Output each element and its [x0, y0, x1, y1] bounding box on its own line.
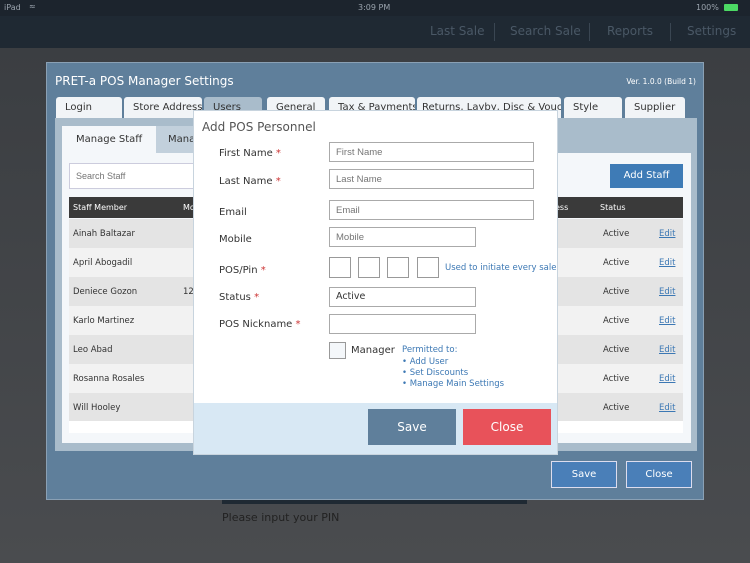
- email-label: Email: [219, 207, 247, 218]
- permitted-title: Permitted to:: [402, 345, 458, 355]
- staff-name: Ainah Baltazar: [73, 229, 135, 239]
- pin-label: POS/Pin *: [219, 265, 266, 276]
- status-select[interactable]: Active: [329, 287, 476, 307]
- staff-status: Active: [603, 229, 630, 239]
- permission-item: • Manage Main Settings: [402, 379, 505, 389]
- staff-status: Active: [603, 374, 630, 384]
- divider: [670, 23, 671, 41]
- panel-save-button[interactable]: Save: [551, 461, 617, 488]
- status-label: Status *: [219, 292, 259, 303]
- add-personnel-dialog: Add POS Personnel First Name * Last Name…: [193, 110, 558, 455]
- manager-checkbox[interactable]: [329, 342, 346, 359]
- required-mark: *: [275, 148, 281, 159]
- nickname-label: POS Nickname *: [219, 319, 301, 330]
- label-text: First Name: [219, 148, 273, 159]
- first-name-input[interactable]: [329, 142, 534, 162]
- label-text: Last Name: [219, 176, 273, 187]
- nav-last-sale[interactable]: Last Sale: [430, 24, 485, 38]
- battery-percent: 100%: [696, 3, 719, 12]
- required-mark: *: [260, 265, 266, 276]
- staff-status: Active: [603, 345, 630, 355]
- col-staff-member: Staff Member: [73, 203, 128, 212]
- pin-hint: Used to initiate every sale: [445, 263, 557, 273]
- manager-label: Manager: [351, 345, 395, 356]
- battery-icon: [724, 4, 738, 11]
- nickname-input[interactable]: [329, 314, 476, 334]
- dialog-close-button[interactable]: Close: [463, 409, 551, 445]
- staff-name: Deniece Gozon: [73, 287, 138, 297]
- version-label: Ver. 1.0.0 (Build 1): [626, 77, 696, 86]
- staff-status: Active: [603, 403, 630, 413]
- last-name-input[interactable]: [329, 169, 534, 189]
- required-mark: *: [295, 319, 301, 330]
- staff-status: Active: [603, 258, 630, 268]
- edit-link[interactable]: Edit: [659, 316, 675, 326]
- mobile-label: Mobile: [219, 234, 252, 245]
- tab-supplier[interactable]: Supplier: [625, 97, 685, 119]
- staff-name: Will Hooley: [73, 403, 121, 413]
- panel-close-button[interactable]: Close: [626, 461, 692, 488]
- pin-prompt: Please input your PIN: [222, 511, 340, 524]
- tab-login[interactable]: Login: [56, 97, 122, 119]
- dialog-title: Add POS Personnel: [202, 120, 316, 134]
- edit-link[interactable]: Edit: [659, 258, 675, 268]
- status-bar: iPad ≈ 3:09 PM 100%: [0, 0, 750, 16]
- first-name-label: First Name *: [219, 148, 281, 159]
- divider: [494, 23, 495, 41]
- pin-field-line: [222, 500, 527, 504]
- col-status: Status: [600, 203, 626, 212]
- edit-link[interactable]: Edit: [659, 229, 675, 239]
- permission-item: • Set Discounts: [402, 368, 469, 378]
- pin-digit-3[interactable]: [387, 257, 409, 278]
- edit-link[interactable]: Edit: [659, 374, 675, 384]
- pin-digit-4[interactable]: [417, 257, 439, 278]
- label-text: POS Nickname: [219, 319, 293, 330]
- panel-title: PRET-a POS Manager Settings: [55, 74, 234, 88]
- nav-reports[interactable]: Reports: [607, 24, 653, 38]
- edit-link[interactable]: Edit: [659, 345, 675, 355]
- label-text: Status: [219, 292, 251, 303]
- edit-link[interactable]: Edit: [659, 287, 675, 297]
- wifi-icon: ≈: [29, 2, 36, 11]
- label-text: POS/Pin: [219, 265, 258, 276]
- required-mark: *: [254, 292, 260, 303]
- nav-settings[interactable]: Settings: [687, 24, 736, 38]
- staff-name: Leo Abad: [73, 345, 113, 355]
- mobile-input[interactable]: [329, 227, 476, 247]
- staff-status: Active: [603, 287, 630, 297]
- permission-item: • Add User: [402, 357, 449, 367]
- tab-style[interactable]: Style: [564, 97, 622, 119]
- last-name-label: Last Name *: [219, 176, 281, 187]
- add-staff-button[interactable]: Add Staff: [610, 164, 683, 188]
- top-nav: Last Sale Search Sale Reports Settings: [0, 16, 750, 48]
- required-mark: *: [275, 176, 281, 187]
- staff-name: April Abogadil: [73, 258, 133, 268]
- divider: [589, 23, 590, 41]
- staff-name: Karlo Martinez: [73, 316, 135, 326]
- tab-store-address[interactable]: Store Address: [124, 97, 202, 119]
- dialog-footer: Save Close: [194, 403, 557, 454]
- dialog-save-button[interactable]: Save: [368, 409, 456, 445]
- clock: 3:09 PM: [358, 3, 391, 12]
- email-input[interactable]: [329, 200, 534, 220]
- search-staff-input[interactable]: [69, 163, 201, 189]
- subtab-manage-staff[interactable]: Manage Staff: [62, 126, 156, 153]
- pin-digit-1[interactable]: [329, 257, 351, 278]
- device-label: iPad: [4, 3, 21, 12]
- nav-search-sale[interactable]: Search Sale: [510, 24, 581, 38]
- staff-status: Active: [603, 316, 630, 326]
- edit-link[interactable]: Edit: [659, 403, 675, 413]
- staff-name: Rosanna Rosales: [73, 374, 145, 384]
- pin-digit-2[interactable]: [358, 257, 380, 278]
